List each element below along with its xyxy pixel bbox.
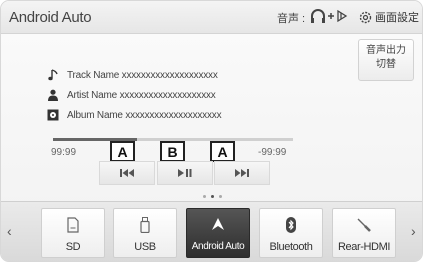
previous-track-icon xyxy=(120,169,134,177)
album-name-row: Album Name xxxxxxxxxxxxxxxxxxxx xyxy=(47,107,222,123)
audio-output-label: 音声 : xyxy=(277,13,306,25)
play-pause-button[interactable] xyxy=(157,161,213,185)
usb-icon xyxy=(140,217,150,233)
callout-a-right: A xyxy=(210,141,235,162)
elapsed-time: 99:99 xyxy=(51,147,77,158)
audio-output-switch-line1: 音声出力 xyxy=(366,45,406,56)
tray-right-arrow[interactable]: › xyxy=(411,223,416,239)
source-label: Bluetooth xyxy=(269,241,313,253)
sd-card-icon xyxy=(67,217,79,233)
track-name-row: Track Name xxxxxxxxxxxxxxxxxxxx xyxy=(47,67,218,83)
callout-a-left: A xyxy=(110,141,135,162)
music-note-icon xyxy=(48,69,58,81)
artist-name-row: Artist Name xxxxxxxxxxxxxxxxxxxx xyxy=(47,87,216,103)
source-usb-button[interactable]: USB xyxy=(113,208,177,258)
source-bluetooth-button[interactable]: Bluetooth xyxy=(259,208,323,258)
callout-b: B xyxy=(160,141,185,162)
app-title: Android Auto xyxy=(9,9,92,26)
header-bar: Android Auto 音声 : 画面設定 xyxy=(1,1,422,34)
source-android-auto-button[interactable]: Android Auto xyxy=(186,208,250,258)
screen-settings-button[interactable]: 画面設定 xyxy=(359,6,421,28)
album-icon xyxy=(47,109,59,121)
source-label: Rear-HDMI xyxy=(337,241,390,253)
artist-icon xyxy=(48,89,58,101)
android-auto-icon xyxy=(212,218,224,230)
rear-hdmi-icon xyxy=(357,218,371,232)
track-name: Track Name xxxxxxxxxxxxxxxxxxxx xyxy=(67,69,218,81)
source-rear-hdmi-button[interactable]: Rear-HDMI xyxy=(332,208,396,258)
source-label: SD xyxy=(65,241,81,253)
previous-track-button[interactable] xyxy=(99,161,155,185)
source-label: Android Auto xyxy=(191,241,245,252)
page-dot xyxy=(203,195,206,198)
bluetooth-icon xyxy=(286,217,296,233)
audio-output-icon xyxy=(311,9,348,23)
next-track-icon xyxy=(235,169,249,177)
page-indicator xyxy=(201,194,225,200)
artist-name: Artist Name xxxxxxxxxxxxxxxxxxxx xyxy=(67,89,216,101)
screen-settings-label: 画面設定 xyxy=(375,12,419,24)
source-sd-button[interactable]: SD xyxy=(41,208,105,258)
audio-output-switch-button[interactable]: 音声出力 切替 xyxy=(358,39,414,81)
audio-output-switch-line2: 切替 xyxy=(376,59,396,70)
page-dot-active xyxy=(211,195,214,198)
play-pause-icon xyxy=(178,169,192,177)
gear-icon xyxy=(359,11,372,23)
remaining-time: -99:99 xyxy=(258,147,287,158)
android-auto-screen: Android Auto 音声 : 画面設定 音声出力 切替 Track Nam… xyxy=(0,0,423,262)
album-name: Album Name xxxxxxxxxxxxxxxxxxxx xyxy=(67,109,222,121)
tray-left-arrow[interactable]: ‹ xyxy=(7,223,12,239)
next-track-button[interactable] xyxy=(214,161,270,185)
source-label: USB xyxy=(134,241,156,253)
page-dot xyxy=(219,195,222,198)
